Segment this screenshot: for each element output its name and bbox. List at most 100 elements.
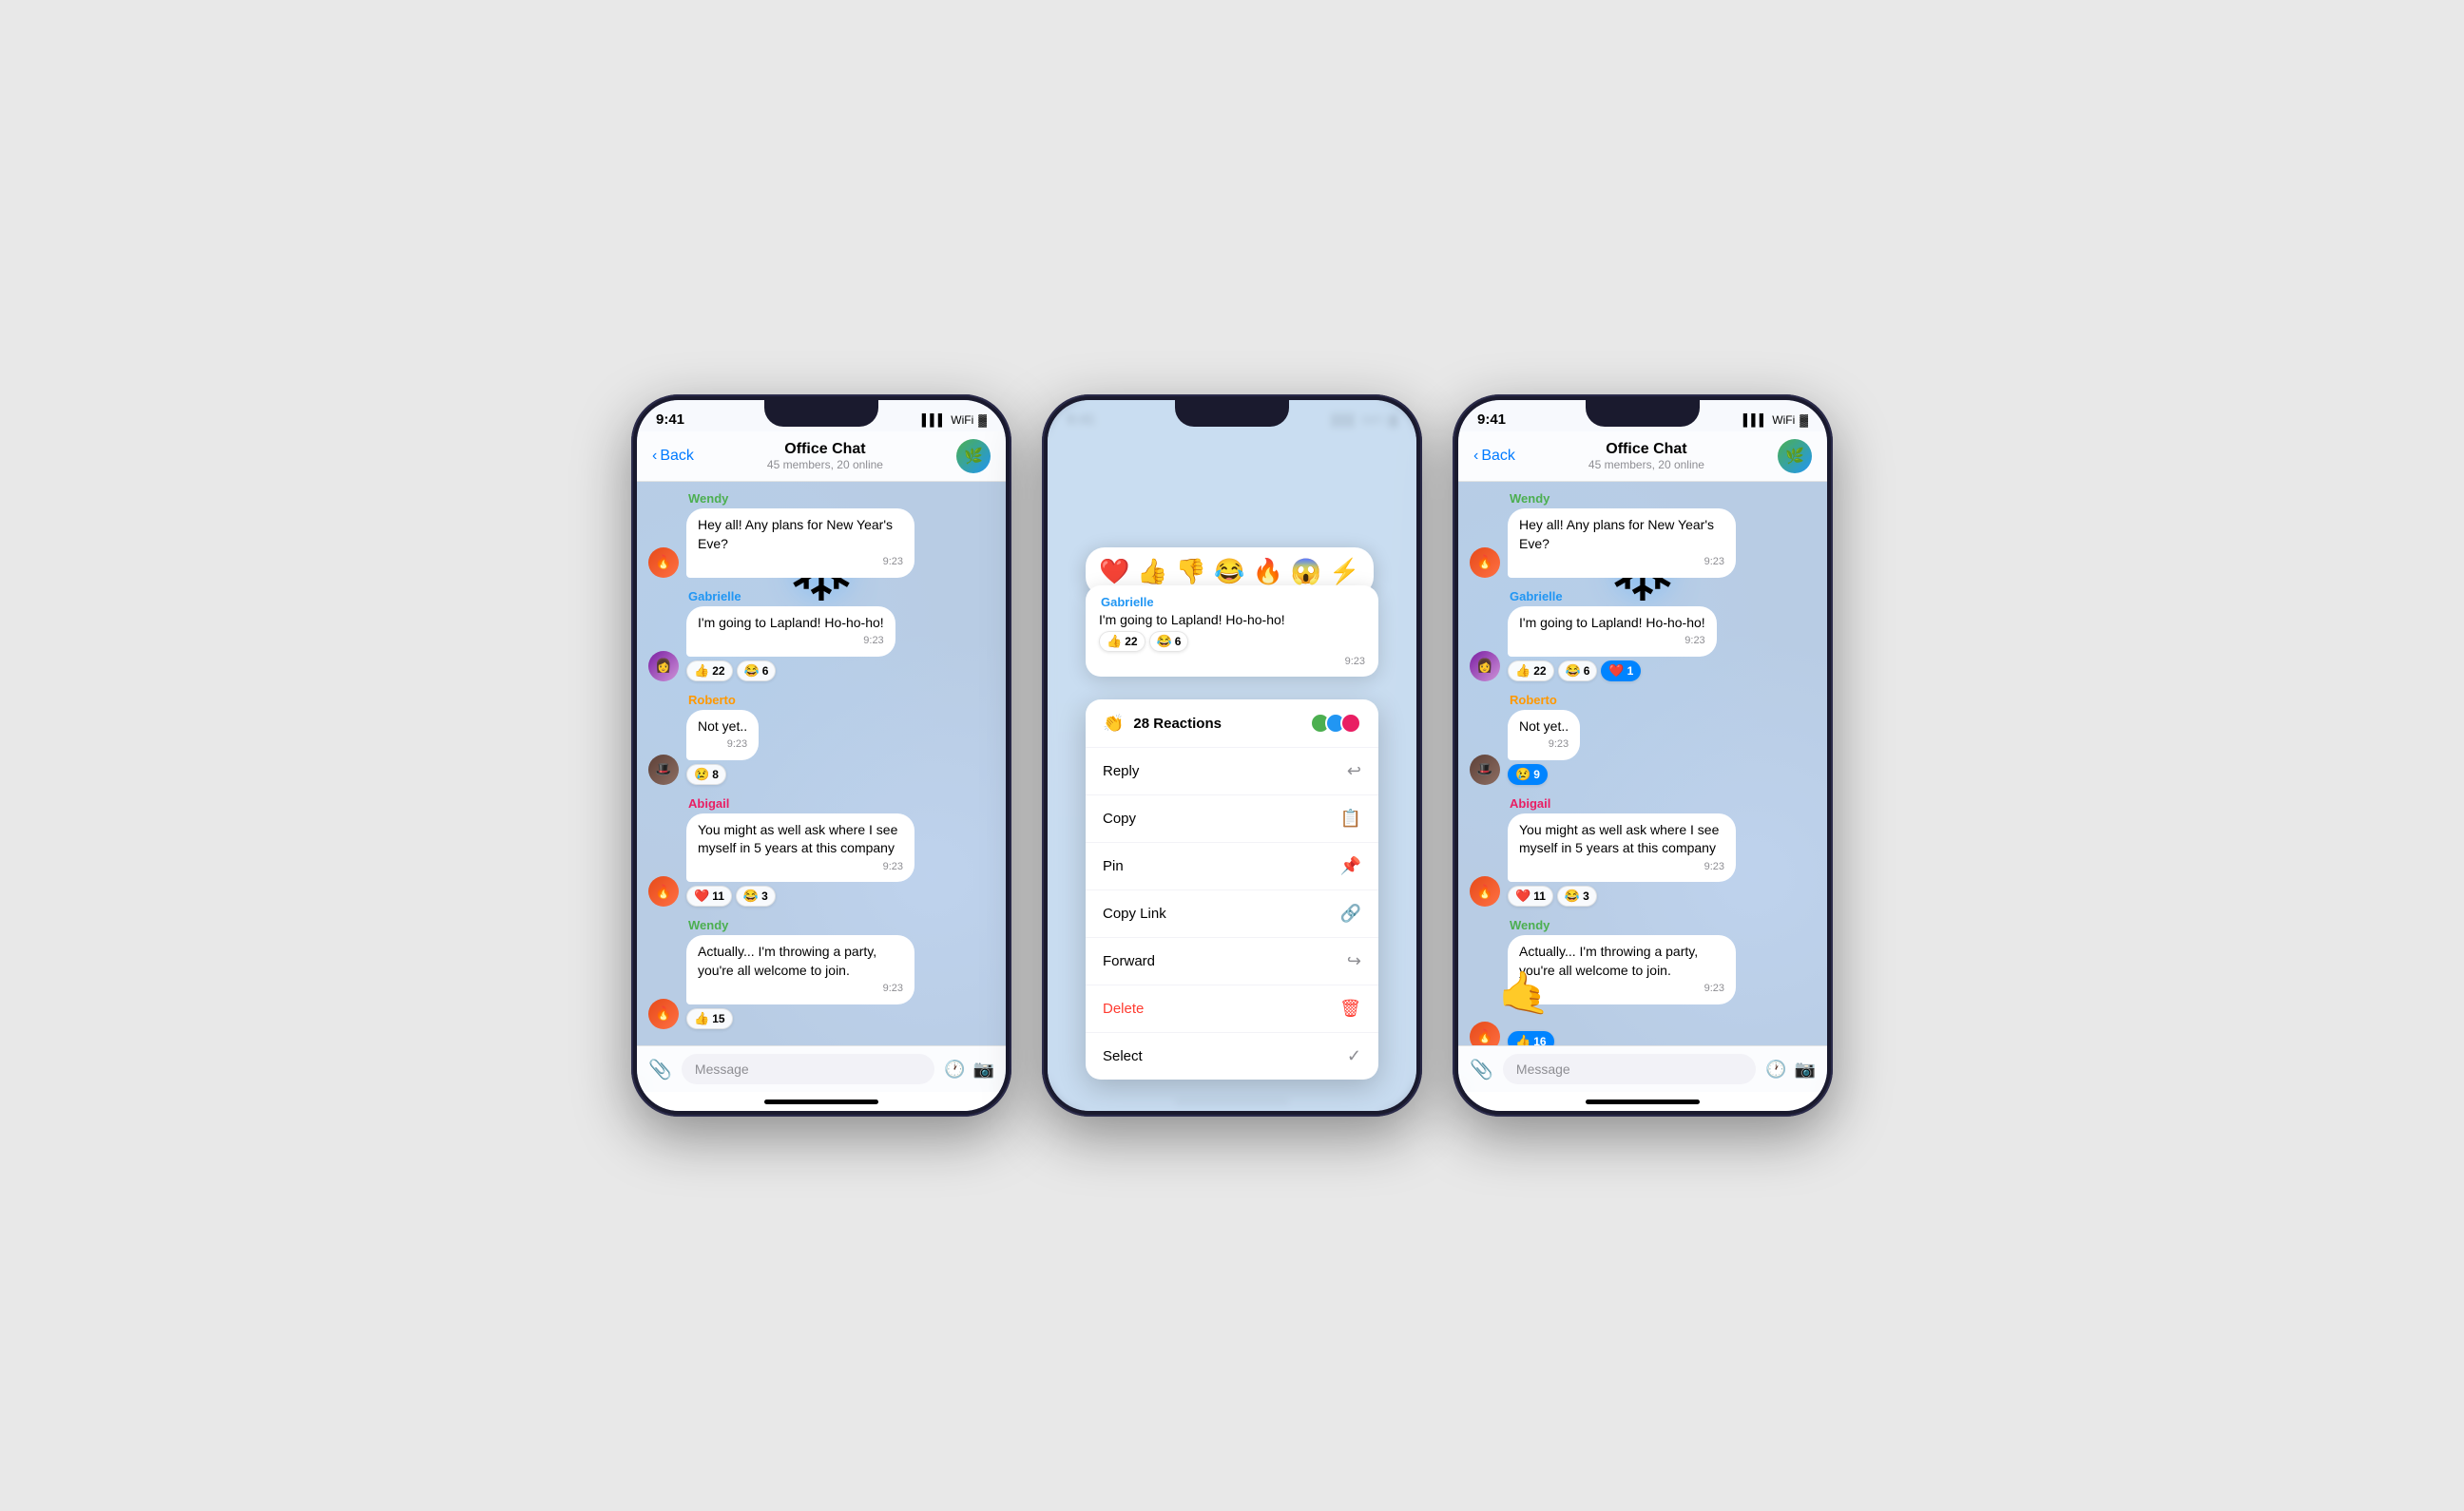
- message-wendy-1-left: 🔥 Wendy Hey all! Any plans for New Year'…: [648, 491, 994, 578]
- select-label: Select: [1103, 1048, 1143, 1064]
- sender-roberto-right: Roberto: [1508, 693, 1580, 707]
- reaction-thumbsup-left[interactable]: 👍22: [686, 660, 733, 681]
- reply-label: Reply: [1103, 763, 1139, 779]
- reaction-cry-roberto-right[interactable]: 😢9: [1508, 764, 1548, 785]
- context-reaction-thumbsup[interactable]: 👍22: [1099, 631, 1145, 652]
- sender-wendy-2-right: Wendy: [1508, 918, 1736, 932]
- message-input-right[interactable]: Message: [1503, 1054, 1756, 1084]
- sender-abigail-right: Abigail: [1508, 796, 1736, 811]
- sender-wendy-1-left: Wendy: [686, 491, 914, 506]
- time-abigail-left: 9:23: [698, 860, 903, 874]
- context-time-middle: 9:23: [1099, 656, 1365, 667]
- bubble-gabrielle-right[interactable]: I'm going to Lapland! Ho-ho-ho! 9:23: [1508, 606, 1717, 657]
- signal-icon-right: ▌▌▌: [1743, 413, 1768, 427]
- bubble-wendy-1-right[interactable]: Hey all! Any plans for New Year's Eve? 9…: [1508, 508, 1736, 578]
- nav-avatar-left[interactable]: 🌿: [956, 439, 991, 473]
- reaction-thumbsup-gabrielle-right[interactable]: 👍22: [1508, 660, 1554, 681]
- attach-icon-left[interactable]: 📎: [648, 1058, 672, 1081]
- bubble-abigail-left[interactable]: You might as well ask where I see myself…: [686, 813, 914, 883]
- back-button-right[interactable]: ‹ Back: [1473, 448, 1515, 465]
- reaction-laugh-abigail-left[interactable]: 😂3: [736, 886, 776, 907]
- reactions-count-item[interactable]: 👏 28 Reactions: [1086, 699, 1378, 748]
- bubble-wendy-2-left[interactable]: Actually... I'm throwing a party, you're…: [686, 935, 914, 1004]
- bubble-roberto-left[interactable]: Not yet.. 9:23: [686, 710, 759, 760]
- emoji-shocked[interactable]: 😱: [1291, 557, 1321, 586]
- pin-item[interactable]: Pin 📌: [1086, 843, 1378, 890]
- back-label-right: Back: [1481, 448, 1515, 465]
- wifi-icon-left: WiFi: [951, 413, 973, 427]
- time-wendy-2-left: 9:23: [698, 982, 903, 996]
- nav-subtitle-right: 45 members, 20 online: [1525, 458, 1768, 471]
- avatar-roberto-right: 🎩: [1470, 755, 1500, 785]
- camera-icon-left[interactable]: 📷: [973, 1060, 994, 1080]
- avatar-wendy-1-left: 🔥: [648, 547, 679, 578]
- context-sender-middle: Gabrielle: [1099, 595, 1365, 609]
- time-wendy-1-left: 9:23: [698, 555, 903, 569]
- emoji-fire[interactable]: 🔥: [1253, 557, 1283, 586]
- bubble-roberto-right[interactable]: Not yet.. 9:23: [1508, 710, 1580, 760]
- reaction-thumbsup-wendy-left[interactable]: 👍15: [686, 1008, 733, 1029]
- time-abigail-right: 9:23: [1519, 860, 1724, 874]
- bubble-text-abigail-left: You might as well ask where I see myself…: [698, 822, 897, 856]
- back-button-left[interactable]: ‹ Back: [652, 448, 694, 465]
- reaction-thumbsup-wendy-right[interactable]: 👍16: [1508, 1031, 1554, 1045]
- avatar-roberto-left: 🎩: [648, 755, 679, 785]
- time-gabrielle-left: 9:23: [698, 634, 884, 648]
- emoji-heart[interactable]: ❤️: [1099, 557, 1129, 586]
- bubble-gabrielle-left[interactable]: I'm going to Lapland! Ho-ho-ho! 9:23: [686, 606, 895, 657]
- reaction-heart-gabrielle-right[interactable]: ❤️1: [1601, 660, 1641, 681]
- avatar-gabrielle-right: 👩: [1470, 651, 1500, 681]
- bubble-wrap-wendy-2-left: Wendy Actually... I'm throwing a party, …: [686, 918, 914, 1029]
- pin-icon: 📌: [1340, 856, 1361, 876]
- context-text-middle: I'm going to Lapland! Ho-ho-ho!: [1099, 612, 1365, 627]
- phone-right: 9:41 ▌▌▌ WiFi ▓ ‹ Back Office Chat 45 me…: [1453, 394, 1833, 1117]
- phone-right-screen: 9:41 ▌▌▌ WiFi ▓ ‹ Back Office Chat 45 me…: [1458, 400, 1827, 1111]
- emoji-thumbsdown[interactable]: 👎: [1176, 557, 1206, 586]
- bubble-wendy-1-left[interactable]: Hey all! Any plans for New Year's Eve? 9…: [686, 508, 914, 578]
- reaction-heart-abigail-left[interactable]: ❤️11: [686, 886, 732, 907]
- chevron-left-icon-right: ‹: [1473, 448, 1478, 465]
- status-icons-right: ▌▌▌ WiFi ▓: [1743, 413, 1808, 427]
- notch-right: [1586, 400, 1700, 427]
- delete-item[interactable]: Delete 🗑: [1086, 985, 1378, 1033]
- context-reaction-laugh[interactable]: 😂6: [1149, 631, 1189, 652]
- bubble-text-gabrielle-left: I'm going to Lapland! Ho-ho-ho!: [698, 615, 884, 630]
- bubble-text-wendy-1-left: Hey all! Any plans for New Year's Eve?: [698, 517, 893, 551]
- camera-icon-right[interactable]: 📷: [1795, 1060, 1816, 1080]
- nav-bar-left: ‹ Back Office Chat 45 members, 20 online…: [637, 431, 1006, 482]
- emoji-thumbsup[interactable]: 👍: [1137, 557, 1167, 586]
- bubble-abigail-right[interactable]: You might as well ask where I see myself…: [1508, 813, 1736, 883]
- bubble-text-gabrielle-right: I'm going to Lapland! Ho-ho-ho!: [1519, 615, 1705, 630]
- reactions-wendy-2-right: 👍16: [1508, 1031, 1736, 1045]
- nav-center-left: Office Chat 45 members, 20 online: [703, 441, 947, 471]
- nav-avatar-right[interactable]: 🌿: [1778, 439, 1812, 473]
- reaction-laugh-gabrielle-right[interactable]: 😂6: [1558, 660, 1598, 681]
- reaction-heart-abigail-right[interactable]: ❤️11: [1508, 886, 1553, 907]
- bubble-wrap-wendy-2-right: Wendy Actually... I'm throwing a party, …: [1508, 918, 1736, 1045]
- message-abigail-right: 🔥 Abigail You might as well ask where I …: [1470, 796, 1816, 908]
- copy-link-label: Copy Link: [1103, 906, 1166, 922]
- select-item[interactable]: Select ✓: [1086, 1033, 1378, 1080]
- clock-icon-left[interactable]: 🕐: [944, 1060, 965, 1080]
- bubble-text-wendy-2-left: Actually... I'm throwing a party, you're…: [698, 944, 876, 978]
- message-input-left[interactable]: Message: [682, 1054, 934, 1084]
- phone-middle: 9:41 ▌▌▌ WiFi ▓ ❤️ 👍 👎 😂 🔥 😱 ⚡ Gabrielle…: [1042, 394, 1422, 1117]
- copy-item[interactable]: Copy 📋: [1086, 795, 1378, 843]
- forward-item[interactable]: Forward ↪: [1086, 938, 1378, 985]
- emoji-laugh[interactable]: 😂: [1214, 557, 1244, 586]
- bubble-wendy-2-right[interactable]: Actually... I'm throwing a party, you're…: [1508, 935, 1736, 1004]
- reaction-laugh-abigail-right[interactable]: 😂3: [1557, 886, 1597, 907]
- copy-link-item[interactable]: Copy Link 🔗: [1086, 890, 1378, 938]
- reply-item[interactable]: Reply ↩: [1086, 748, 1378, 795]
- emoji-bolt[interactable]: ⚡: [1329, 557, 1359, 586]
- message-gabrielle-left: 👩 Gabrielle I'm going to Lapland! Ho-ho-…: [648, 589, 994, 681]
- reaction-cry-left[interactable]: 😢8: [686, 764, 726, 785]
- bubble-wrap-roberto-right: Roberto Not yet.. 9:23 😢9: [1508, 693, 1580, 785]
- sender-wendy-2-left: Wendy: [686, 918, 914, 932]
- clock-icon-right[interactable]: 🕐: [1765, 1060, 1786, 1080]
- copy-link-icon: 🔗: [1340, 904, 1361, 924]
- reaction-laugh-left[interactable]: 😂6: [737, 660, 777, 681]
- forward-icon: ↪: [1347, 951, 1361, 971]
- attach-icon-right[interactable]: 📎: [1470, 1058, 1493, 1081]
- avatar-abigail-left: 🔥: [648, 876, 679, 907]
